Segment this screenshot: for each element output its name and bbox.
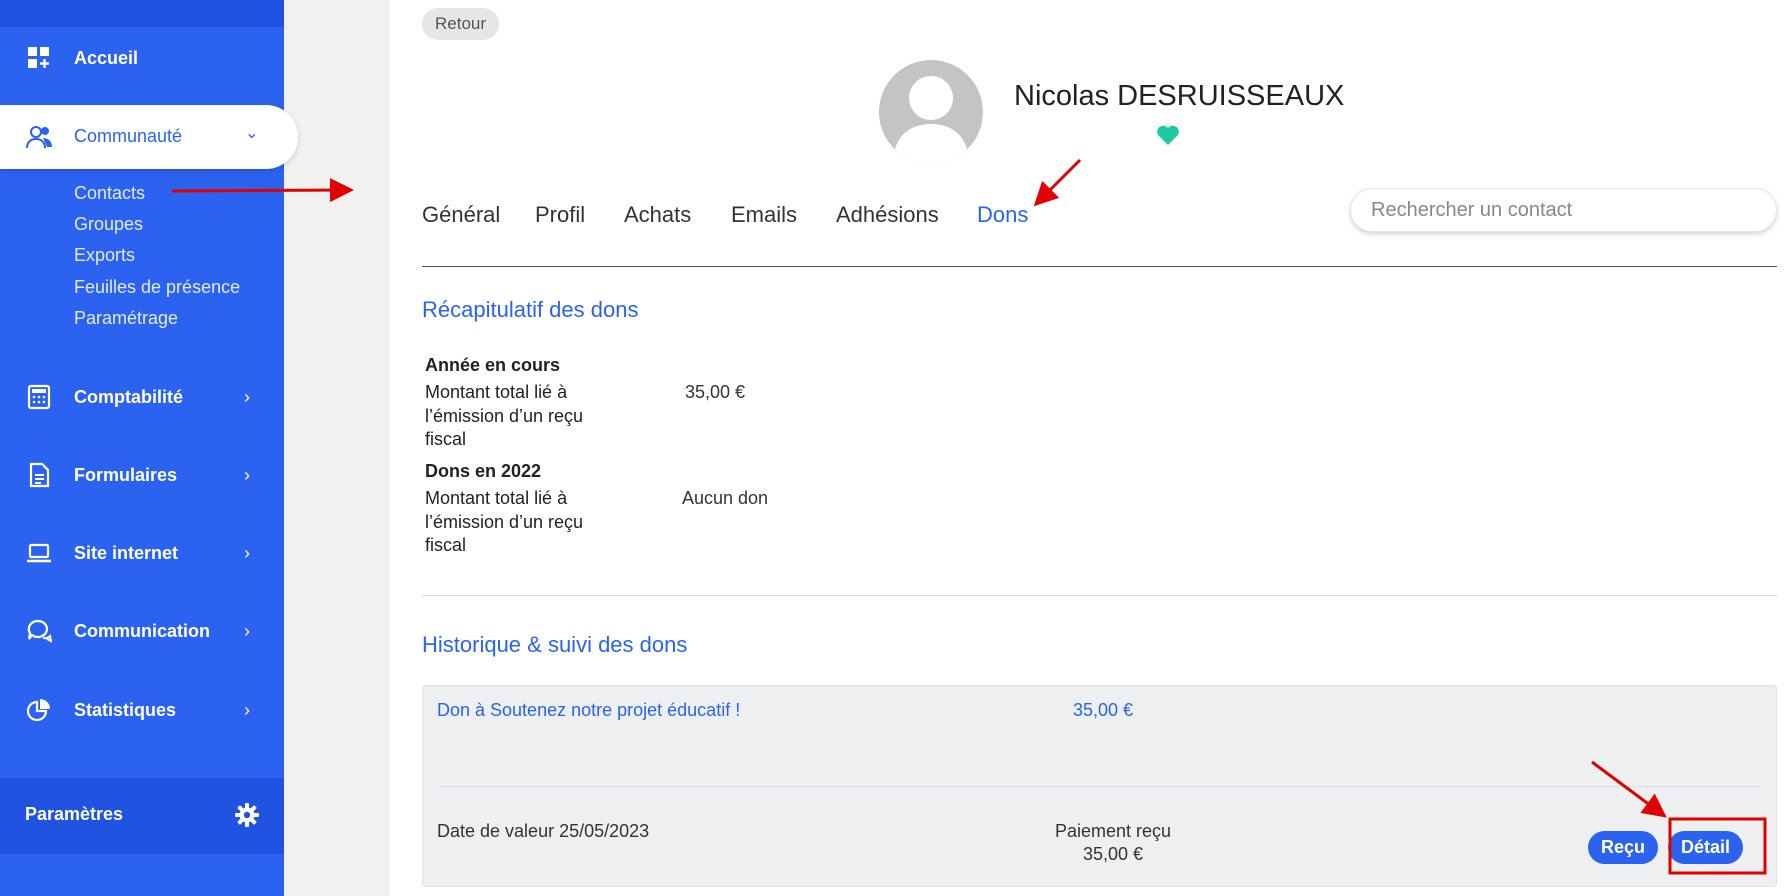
contact-name: Nicolas DESRUISSEAUX: [1014, 80, 1345, 112]
gear-icon[interactable]: [234, 802, 260, 828]
sidebar-item-label: Site internet: [74, 542, 179, 563]
receipt-button[interactable]: Reçu: [1588, 831, 1659, 864]
chevron-right-icon: ›: [244, 542, 250, 563]
sidebar-item-label: Accueil: [74, 47, 139, 68]
sidebar-item-label: Communauté: [74, 126, 183, 146]
tab-adhesions[interactable]: Adhésions: [836, 202, 939, 228]
donation-card: Don à Soutenez notre projet éducatif ! 3…: [422, 685, 1777, 887]
sidebar-item-accueil[interactable]: Accueil: [0, 27, 284, 89]
tabs-divider: [422, 266, 1777, 267]
search-input[interactable]: [1371, 189, 1751, 231]
section-divider: [422, 595, 1777, 596]
chat-icon: [27, 619, 52, 643]
sidebar-item-label: Statistiques: [74, 699, 177, 720]
sidebar-subitem-contacts[interactable]: Contacts: [74, 183, 145, 204]
year-2022-value: Aucun don: [682, 488, 769, 508]
search-box[interactable]: [1350, 188, 1777, 232]
current-year-label: fiscal: [425, 429, 467, 449]
tab-general[interactable]: Général: [422, 202, 500, 228]
donation-title[interactable]: Don à Soutenez notre projet éducatif !: [437, 700, 740, 721]
year-2022-heading: Dons en 2022: [425, 461, 542, 481]
chevron-down-icon: ⌄: [245, 125, 259, 142]
payment-status: Paiement reçu: [1054, 821, 1172, 841]
app-root: Accueil Communauté ⌄ Contacts Groupes Ex…: [0, 0, 1792, 896]
tab-dons[interactable]: Dons: [977, 202, 1028, 228]
sidebar-item-site-internet[interactable]: Site internet ›: [0, 522, 284, 584]
laptop-icon: [27, 543, 51, 563]
sidebar-item-communaute[interactable]: Communauté ⌄: [0, 105, 298, 169]
document-icon: [29, 462, 50, 488]
sidebar-subitem-parametrage[interactable]: Paramétrage: [74, 308, 178, 329]
sidebar-subitem-feuilles[interactable]: Feuilles de présence: [74, 277, 240, 298]
sidebar-subitem-groupes[interactable]: Groupes: [74, 214, 143, 235]
sidebar-settings[interactable]: Paramètres: [0, 778, 284, 854]
main-content: Retour Nicolas DESRUISSEAUX Général Prof…: [389, 0, 1792, 896]
detail-button[interactable]: Détail: [1668, 831, 1744, 864]
current-year-label: Montant total lié à: [425, 382, 568, 402]
back-button[interactable]: Retour: [422, 8, 500, 40]
sidebar-item-comptabilite[interactable]: Comptabilité ›: [0, 366, 284, 428]
chevron-right-icon: ›: [244, 386, 250, 407]
history-title: Historique & suivi des dons: [422, 632, 688, 657]
settings-label: Paramètres: [25, 804, 124, 824]
user-silhouette-icon: [893, 76, 969, 164]
year-2022-label: l’émission d’un reçu: [425, 512, 584, 532]
year-2022-label: fiscal: [425, 535, 467, 555]
sidebar-item-communication[interactable]: Communication ›: [0, 600, 284, 662]
sidebar-item-formulaires[interactable]: Formulaires ›: [0, 444, 284, 506]
year-2022-label: Montant total lié à: [425, 488, 568, 508]
value-date: Date de valeur 25/05/2023: [437, 821, 650, 841]
current-year-heading: Année en cours: [425, 355, 561, 375]
current-year-label: l’émission d’un reçu: [425, 406, 584, 426]
sidebar-item-label: Comptabilité: [74, 386, 184, 407]
sidebar: Accueil Communauté ⌄ Contacts Groupes Ex…: [0, 0, 298, 896]
chevron-right-icon: ›: [244, 620, 250, 641]
sidebar-subitem-exports[interactable]: Exports: [74, 245, 135, 266]
avatar: [879, 60, 983, 164]
heart-icon: [1157, 125, 1179, 145]
recap-title: Récapitulatif des dons: [422, 297, 639, 322]
sidebar-top-strip: [0, 0, 284, 27]
community-icon: [26, 126, 52, 149]
chevron-right-icon: ›: [244, 464, 250, 485]
calculator-icon: [27, 384, 51, 410]
current-year-value: 35,00 €: [685, 382, 746, 402]
tab-achats[interactable]: Achats: [624, 202, 691, 228]
sidebar-item-label: Formulaires: [74, 464, 178, 485]
card-divider: [437, 786, 1763, 787]
sidebar-item-label: Communication: [74, 620, 211, 641]
tab-emails[interactable]: Emails: [731, 202, 797, 228]
tab-profil[interactable]: Profil: [535, 202, 585, 228]
dashboard-icon: [28, 47, 49, 68]
donation-amount: 35,00 €: [1073, 700, 1134, 720]
payment-amount: 35,00 €: [1082, 844, 1144, 864]
chevron-right-icon: ›: [244, 699, 250, 720]
pie-chart-icon: [26, 699, 50, 722]
sidebar-item-statistiques[interactable]: Statistiques ›: [0, 679, 284, 741]
